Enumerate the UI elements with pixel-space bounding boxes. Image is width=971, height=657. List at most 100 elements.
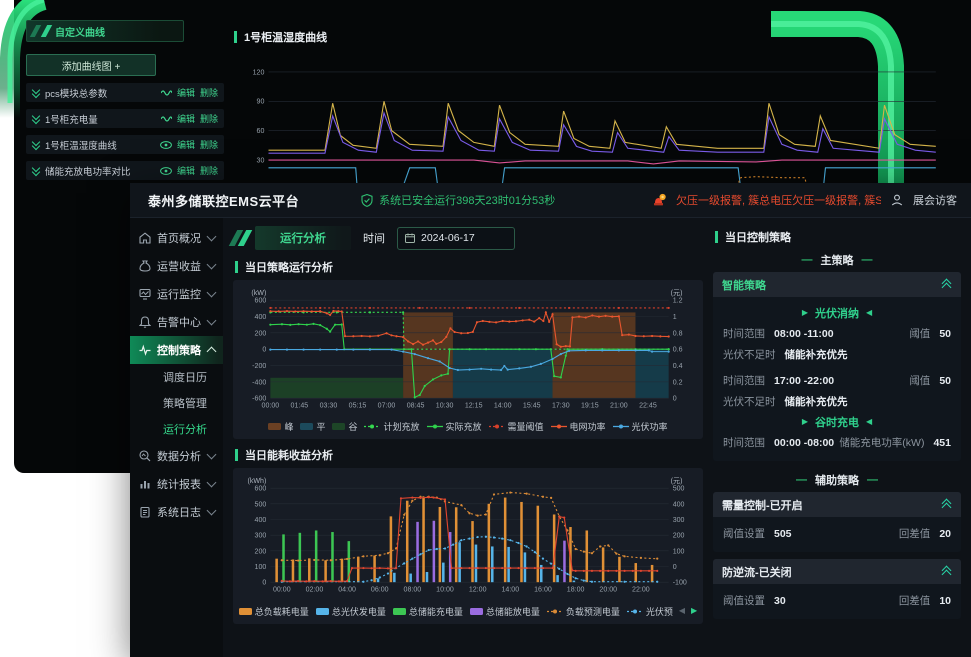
double-chevron-icon <box>32 88 40 97</box>
legend-item[interactable]: 总储能放电量 <box>470 605 540 618</box>
control-strategy-title: 当日控制策略 <box>725 229 791 245</box>
date-picker[interactable]: 2024-06-17 <box>397 227 515 250</box>
legend-item[interactable]: 光伏功率 <box>613 420 668 433</box>
curve-list-item[interactable]: pcs模块总参数 编辑 删除 <box>26 83 224 102</box>
svg-text:18:00: 18:00 <box>567 587 585 594</box>
svg-text:100: 100 <box>255 564 267 571</box>
legend-item[interactable]: 总储能充电量 <box>393 605 463 618</box>
svg-text:500: 500 <box>673 486 685 493</box>
legend-item[interactable]: 峰 <box>268 420 293 433</box>
svg-text:1: 1 <box>673 314 677 321</box>
legend-item[interactable]: 谷 <box>332 420 357 433</box>
legend-item[interactable]: 需量阈值 <box>489 420 544 433</box>
collapse-icon[interactable] <box>941 499 952 510</box>
chevron-down-icon <box>207 260 217 270</box>
chevron-down-icon <box>207 232 217 242</box>
strategy-run-chart-panel: 6004002000-200-400-6001.210.80.60.40.200… <box>233 280 703 439</box>
demand-control-card: 需量控制-已开启 阈值设置505 回差值20 <box>713 492 961 552</box>
delete-button[interactable]: 删除 <box>200 138 218 151</box>
triangle-right-icon: ▶ <box>802 309 808 317</box>
curve-list-item[interactable]: 1号柜充电量 编辑 删除 <box>26 109 224 128</box>
energy-revenue-chart: 60050040030020010005004003002001000-1000… <box>237 473 699 601</box>
svg-text:10:30: 10:30 <box>436 402 454 409</box>
svg-text:(元): (元) <box>671 477 683 485</box>
nav-item-system-log[interactable]: 系统日志 <box>130 498 223 526</box>
legend-item[interactable]: 计划充放 <box>364 420 419 433</box>
svg-text:0.2: 0.2 <box>673 379 683 386</box>
edit-button[interactable]: 编辑 <box>177 86 195 99</box>
nav-item-data-analysis[interactable]: 数据分析 <box>130 442 223 470</box>
chevron-down-icon <box>207 288 217 298</box>
bg-sidebar-title: 自定义曲线 <box>26 20 184 42</box>
edit-button[interactable]: 编辑 <box>177 138 195 151</box>
collapse-icon[interactable] <box>941 566 952 577</box>
delete-button[interactable]: 删除 <box>200 112 218 125</box>
svg-text:12:15: 12:15 <box>465 402 483 409</box>
svg-text:400: 400 <box>255 314 267 321</box>
svg-text:200: 200 <box>255 330 267 337</box>
legend-item[interactable]: 光伏预 <box>627 605 673 618</box>
triangle-left-icon: ◀ <box>866 309 872 317</box>
chevron-down-icon <box>207 450 217 460</box>
legend-next-icon[interactable]: ▶ <box>691 607 697 615</box>
clipboard-icon <box>139 506 151 518</box>
monitor-icon <box>139 288 151 300</box>
svg-text:0: 0 <box>262 347 266 354</box>
curve-list-item[interactable]: 储能充放电功率对比 编辑 删除 <box>26 161 224 180</box>
svg-text:22:00: 22:00 <box>632 587 650 594</box>
nav-sub-dispatch-calendar[interactable]: 调度日历 <box>130 364 223 390</box>
chevron-down-icon <box>207 506 217 516</box>
chart-canvas: 60050040030020010005004003002001000-1000… <box>237 473 699 596</box>
demand-control-header[interactable]: 需量控制-已开启 <box>713 492 961 517</box>
nav-item-home[interactable]: 首页概况 <box>130 224 223 252</box>
user-icon[interactable] <box>891 194 903 206</box>
collapse-icon[interactable] <box>941 279 952 290</box>
uptime-text: 系统已安全运行398天23时01分53秒 <box>379 192 555 208</box>
double-chevron-icon <box>32 166 40 175</box>
nav-item-alarm[interactable]: 告警中心 <box>130 308 223 336</box>
legend-item[interactable]: 负载预测电量 <box>547 605 620 618</box>
nav-sub-strategy-management[interactable]: 策略管理 <box>130 390 223 416</box>
edit-button[interactable]: 编辑 <box>177 164 195 177</box>
chart-magnifier-icon <box>139 450 151 462</box>
nav-item-statistics-report[interactable]: 统计报表 <box>130 470 223 498</box>
legend-prev-icon[interactable]: ◀ <box>679 607 685 615</box>
main-strategy-label: 主策略 <box>821 252 854 268</box>
delete-button[interactable]: 删除 <box>200 164 218 177</box>
section-bar-decor <box>235 261 238 273</box>
nav-item-monitor[interactable]: 运行监控 <box>130 280 223 308</box>
delete-button[interactable]: 删除 <box>200 86 218 99</box>
svg-text:06:00: 06:00 <box>371 587 389 594</box>
curve-list-item[interactable]: 1号柜温湿度曲线 编辑 删除 <box>26 135 224 154</box>
legend-item[interactable]: 实际充放 <box>427 420 482 433</box>
legend-item[interactable]: 总负载耗电量 <box>239 605 309 618</box>
money-bag-icon <box>139 260 151 272</box>
tab-operation-analysis[interactable]: 运行分析 <box>255 226 351 250</box>
svg-text:14:00: 14:00 <box>494 402 512 409</box>
edit-button[interactable]: 编辑 <box>177 112 195 125</box>
slash-decor-icon <box>41 25 52 37</box>
add-curve-button[interactable]: 添加曲线图 + <box>26 54 156 76</box>
svg-text:20:00: 20:00 <box>599 587 617 594</box>
svg-text:(kW): (kW) <box>251 290 266 297</box>
triangle-left-icon: ◀ <box>866 418 872 426</box>
nav-item-revenue[interactable]: 运营收益 <box>130 252 223 280</box>
wave-icon <box>161 89 172 97</box>
chevron-down-icon <box>207 316 217 326</box>
alarm-siren-icon[interactable] <box>652 193 666 207</box>
dash-decor: — <box>796 474 807 486</box>
shield-icon <box>361 194 373 207</box>
eye-icon <box>160 167 172 175</box>
anti-backflow-header[interactable]: 防逆流-已关闭 <box>713 559 961 584</box>
current-user[interactable]: 展会访客 <box>913 192 957 208</box>
calendar-icon <box>405 233 415 243</box>
nav-item-control-strategy[interactable]: 控制策略 <box>130 336 223 364</box>
legend-item[interactable]: 平 <box>300 420 325 433</box>
legend-item[interactable]: 总光伏发电量 <box>316 605 386 618</box>
svg-text:600: 600 <box>255 298 267 305</box>
smart-strategy-header[interactable]: 智能策略 <box>713 272 961 297</box>
alert-marquee[interactable]: 欠压一级报警, 簇总电压欠压一级报警, 簇SO <box>676 192 881 208</box>
nav-sub-operation-analysis[interactable]: 运行分析 <box>130 416 223 442</box>
svg-text:90: 90 <box>257 98 265 106</box>
legend-item[interactable]: 电网功率 <box>551 420 606 433</box>
